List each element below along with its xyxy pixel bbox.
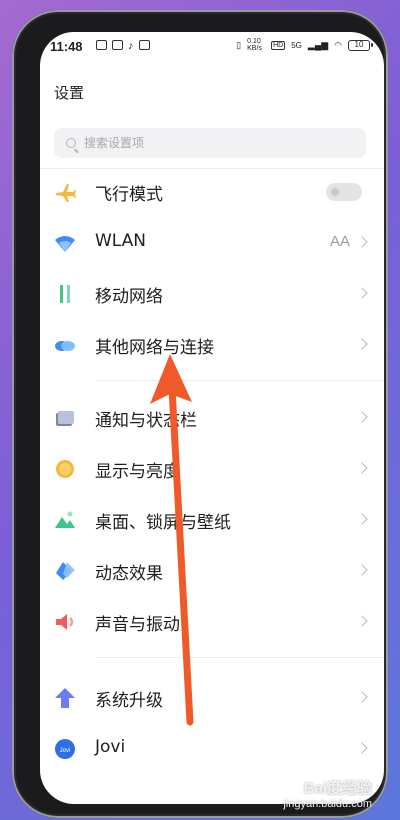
settings-item-label: 声音与振动 [95,615,180,635]
chevron-right-icon [356,411,368,423]
settings-item-label: Jovi [95,737,126,757]
mobile-data-icon [60,285,70,303]
watermark-site: jingyan.baidu.com [283,798,372,810]
search-bar[interactable] [54,128,366,158]
watermark: Bai度经验 jingyan.baidu.com [283,777,372,810]
settings-item-mobile-network[interactable]: 移动网络 [40,269,384,319]
cloud-link-icon [55,341,75,351]
settings-item-label: 桌面、锁屏与壁纸 [95,513,231,533]
settings-item-label: 其他网络与连接 [95,338,214,358]
tiktok-icon: ♪ [128,40,134,52]
status-time: 11:48 [50,39,83,54]
settings-item-label: 飞行模式 [95,185,163,205]
jovi-icon: Jovi [55,739,75,759]
settings-item-sound[interactable]: 声音与振动 [40,597,384,647]
svg-text:Jovi: Jovi [60,748,71,754]
status-right: ▯ 0.10 KB/s HD 5G ▂▄▆ ◠ 10 [236,38,373,52]
settings-item-label: 移动网络 [95,287,163,307]
search-icon [66,138,76,148]
settings-item-dynamic-effects[interactable]: 动态效果 [40,546,384,596]
app-icon [138,40,150,50]
chevron-right-icon [356,338,368,350]
settings-item-wallpaper[interactable]: 桌面、锁屏与壁纸 [40,495,384,545]
settings-item-jovi[interactable]: Jovi Jovi [40,724,384,774]
chevron-right-icon [356,564,368,576]
screen: 11:48 ♪ ▯ 0.10 KB/s HD 5G ▂▄▆ ◠ 10 设置 搜索… [40,32,384,804]
hd-badge: HD [271,40,286,50]
brightness-icon [56,460,74,478]
signal-icon: ▂▄▆ [307,39,329,50]
sound-icon [56,614,74,630]
notification-icon [56,411,74,426]
wlan-network-name: AA [329,233,350,250]
battery-level: 10 [354,39,364,49]
settings-item-airplane-mode[interactable]: 飞行模式 [40,167,384,217]
status-bar: 11:48 ♪ ▯ 0.10 KB/s HD 5G ▂▄▆ ◠ 10 [40,32,384,62]
chevron-right-icon [356,236,368,248]
system-update-icon [55,688,75,708]
watermark-logo: Bai度经验 [303,780,372,797]
settings-item-label: 通知与状态栏 [95,411,197,431]
wallpaper-icon [55,511,75,528]
chevron-right-icon [356,462,368,474]
settings-item-other-networks[interactable]: 其他网络与连接 [40,320,384,370]
settings-item-label: 动态效果 [95,564,163,584]
airplane-mode-toggle[interactable] [326,183,362,201]
video-icon [112,40,123,50]
settings-item-label: 显示与亮度 [95,462,180,482]
divider [95,380,384,381]
chevron-right-icon [356,615,368,627]
battery-icon: 10 [348,39,373,51]
camera-icon [96,40,107,50]
settings-item-notifications[interactable]: 通知与状态栏 [40,393,384,443]
wifi-status-icon: ◠ [334,39,342,50]
chevron-right-icon [356,513,368,525]
search-input[interactable] [82,135,346,151]
chevron-right-icon [356,691,368,703]
phone-frame: 11:48 ♪ ▯ 0.10 KB/s HD 5G ▂▄▆ ◠ 10 设置 搜索… [12,10,388,818]
vibrate-icon: ▯ [236,39,242,50]
wifi-icon [55,236,75,252]
dynamic-effects-icon [56,562,75,580]
net-speed: 0.10 KB/s [247,38,262,52]
chevron-right-icon [356,742,368,754]
settings-item-system-update[interactable]: 系统升级 [40,673,384,723]
settings-item-display[interactable]: 显示与亮度 [40,444,384,494]
status-notification-icons: ♪ [96,40,150,52]
divider [95,657,384,658]
chevron-right-icon [356,287,368,299]
page-title: 设置 [54,84,85,102]
settings-item-label: WLAN [95,231,147,251]
settings-item-wlan[interactable]: WLAN AA [40,218,384,268]
settings-item-label: 系统升级 [95,691,163,711]
signal-label: 5G [291,40,302,50]
airplane-icon [56,184,76,202]
